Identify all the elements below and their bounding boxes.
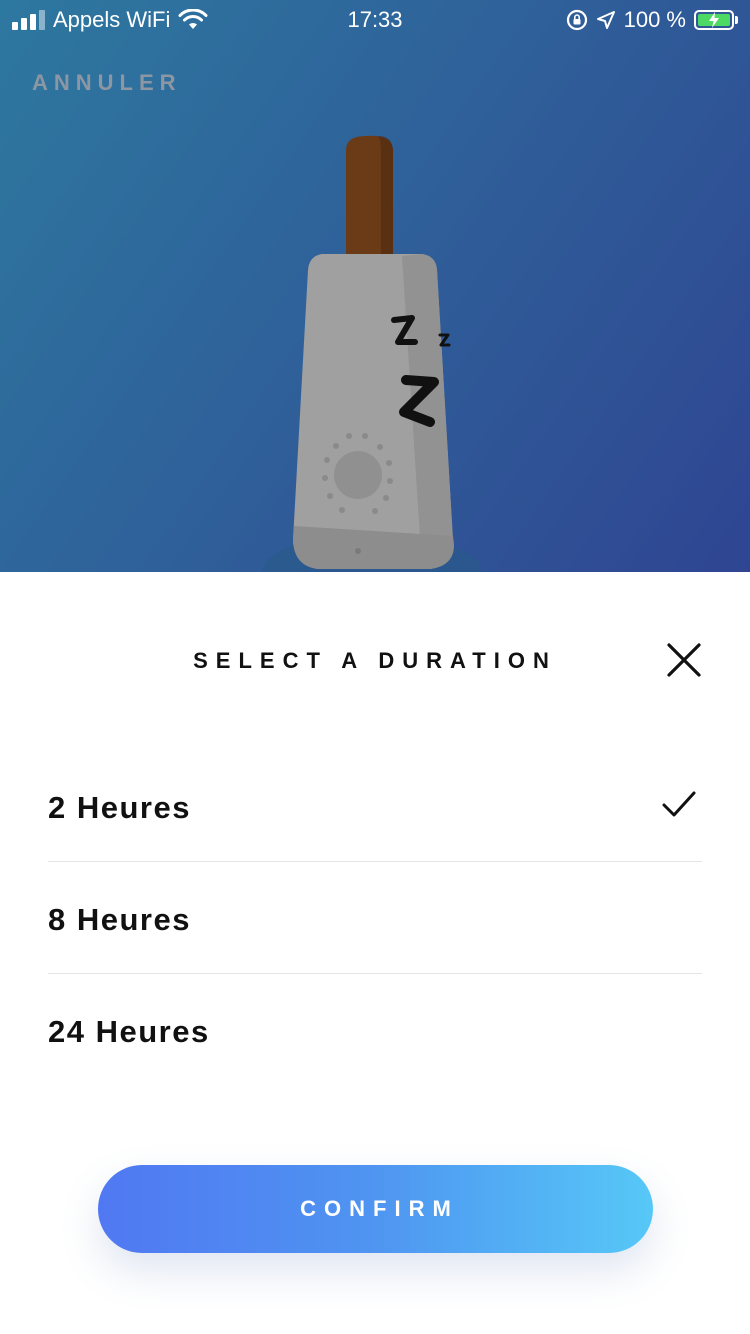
- close-icon[interactable]: [662, 638, 706, 682]
- sleeping-device-illustration: [262, 135, 482, 572]
- option-label: 24 Heures: [48, 1014, 210, 1049]
- option-label: 8 Heures: [48, 902, 191, 937]
- duration-option-2h[interactable]: 2 Heures: [48, 750, 702, 862]
- checkmark-icon: [662, 791, 696, 817]
- duration-option-8h[interactable]: 8 Heures: [48, 862, 702, 974]
- option-label: 2 Heures: [48, 790, 191, 825]
- sheet-title: SELECT A DURATION: [193, 648, 557, 673]
- confirm-button[interactable]: CONFIRM: [98, 1165, 653, 1253]
- hero-illustration-area: Appels WiFi 17:33 100 % ANNULER: [0, 0, 750, 572]
- duration-option-24h[interactable]: 24 Heures: [48, 974, 702, 1085]
- duration-options-list: 2 Heures 8 Heures 24 Heures: [48, 750, 702, 1085]
